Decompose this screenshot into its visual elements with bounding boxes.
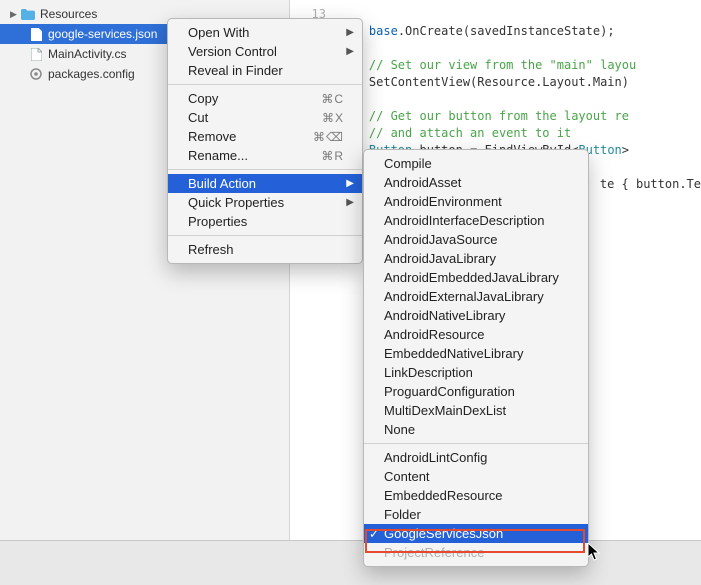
menu-item-label: Remove <box>188 129 289 144</box>
menu-item-content[interactable]: Content <box>364 467 588 486</box>
code-text: // Set our view from the "main" layou <box>340 57 701 74</box>
menu-item-linkdescription[interactable]: LinkDescription <box>364 363 588 382</box>
file-icon <box>28 47 44 61</box>
code-text: base.OnCreate(savedInstanceState); <box>340 23 701 40</box>
menu-item-androidinterfacedescription[interactable]: AndroidInterfaceDescription <box>364 211 588 230</box>
menu-item-label: Copy <box>188 91 297 106</box>
code-text: // Get our button from the layout re <box>340 108 701 125</box>
menu-item-open-with[interactable]: Open With▶ <box>168 23 362 42</box>
menu-item-label: ProjectReference <box>384 545 570 560</box>
menu-item-label: AndroidJavaSource <box>384 232 570 247</box>
menu-item-googleservicesjson[interactable]: ✓ GoogleServicesJson <box>364 524 588 543</box>
menu-item-label: AndroidEnvironment <box>384 194 570 209</box>
code-text <box>340 91 701 108</box>
menu-item-none[interactable]: None <box>364 420 588 439</box>
menu-item-label: AndroidJavaLibrary <box>384 251 570 266</box>
menu-item-label: Rename... <box>188 148 297 163</box>
menu-item-label: LinkDescription <box>384 365 570 380</box>
menu-item-label: EmbeddedNativeLibrary <box>384 346 570 361</box>
menu-item-androidembeddedjavalibrary[interactable]: AndroidEmbeddedJavaLibrary <box>364 268 588 287</box>
menu-item-label: Refresh <box>188 242 344 257</box>
menu-item-label: Compile <box>384 156 570 171</box>
menu-item-version-control[interactable]: Version Control▶ <box>168 42 362 61</box>
menu-item-copy[interactable]: Copy ⌘C <box>168 89 362 108</box>
chevron-right-icon: ▶ <box>346 46 354 57</box>
menu-item-androidexternaljavalibrary[interactable]: AndroidExternalJavaLibrary <box>364 287 588 306</box>
menu-shortcut: ⌘X <box>322 111 344 125</box>
menu-separator <box>168 235 362 236</box>
check-icon: ✓ <box>369 527 379 541</box>
tree-file-label: google-services.json <box>48 27 157 41</box>
menu-separator <box>168 169 362 170</box>
folder-icon <box>20 7 36 21</box>
cursor-icon <box>588 543 602 561</box>
menu-item-label: GoogleServicesJson <box>384 526 570 541</box>
chevron-right-icon: ▶ <box>346 197 354 208</box>
menu-shortcut: ⌘C <box>321 92 344 106</box>
menu-item-label: Content <box>384 469 570 484</box>
menu-item-build-action[interactable]: Build Action▶ <box>168 174 362 193</box>
menu-item-androidasset[interactable]: AndroidAsset <box>364 173 588 192</box>
menu-item-remove[interactable]: Remove ⌘⌫ <box>168 127 362 146</box>
menu-item-embeddedresource[interactable]: EmbeddedResource <box>364 486 588 505</box>
gear-icon <box>28 67 44 81</box>
code-text: SetContentView(Resource.Layout.Main) <box>340 74 701 91</box>
menu-item-properties[interactable]: Properties <box>168 212 362 231</box>
menu-separator <box>168 84 362 85</box>
menu-item-label: EmbeddedResource <box>384 488 570 503</box>
menu-shortcut: ⌘⌫ <box>313 130 344 144</box>
menu-item-label: AndroidAsset <box>384 175 570 190</box>
tree-file-label: MainActivity.cs <box>48 47 126 61</box>
menu-item-label: AndroidExternalJavaLibrary <box>384 289 570 304</box>
menu-item-reveal-in-finder[interactable]: Reveal in Finder <box>168 61 362 80</box>
menu-item-label: MultiDexMainDexList <box>384 403 570 418</box>
menu-item-label: Cut <box>188 110 298 125</box>
menu-item-label: AndroidEmbeddedJavaLibrary <box>384 270 570 285</box>
menu-item-compile[interactable]: Compile <box>364 154 588 173</box>
chevron-right-icon: ▶ <box>346 178 354 189</box>
context-menu: Open With▶Version Control▶Reveal in Find… <box>167 18 363 264</box>
menu-item-label: Properties <box>188 214 344 229</box>
tree-file-label: packages.config <box>48 67 135 81</box>
file-icon <box>28 27 44 41</box>
menu-item-label: Open With <box>188 25 344 40</box>
menu-item-label: Folder <box>384 507 570 522</box>
code-text <box>340 40 701 57</box>
chevron-right-icon: ▶ <box>346 27 354 38</box>
menu-item-androidresource[interactable]: AndroidResource <box>364 325 588 344</box>
menu-item-label: None <box>384 422 570 437</box>
menu-item-label: AndroidLintConfig <box>384 450 570 465</box>
menu-item-multidexmaindexlist[interactable]: MultiDexMainDexList <box>364 401 588 420</box>
menu-item-label: AndroidResource <box>384 327 570 342</box>
menu-item-proguardconfiguration[interactable]: ProguardConfiguration <box>364 382 588 401</box>
menu-item-label: Build Action <box>188 176 344 191</box>
menu-item-embeddednativelibrary[interactable]: EmbeddedNativeLibrary <box>364 344 588 363</box>
menu-item-folder[interactable]: Folder <box>364 505 588 524</box>
code-text: // and attach an event to it <box>340 125 701 142</box>
menu-item-rename-[interactable]: Rename... ⌘R <box>168 146 362 165</box>
menu-item-refresh[interactable]: Refresh <box>168 240 362 259</box>
menu-item-androidjavasource[interactable]: AndroidJavaSource <box>364 230 588 249</box>
code-text <box>340 6 701 23</box>
menu-item-label: AndroidNativeLibrary <box>384 308 570 323</box>
menu-item-projectreference[interactable]: ProjectReference <box>364 543 588 562</box>
menu-item-androidjavalibrary[interactable]: AndroidJavaLibrary <box>364 249 588 268</box>
menu-item-label: Quick Properties <box>188 195 344 210</box>
menu-item-label: ProguardConfiguration <box>384 384 570 399</box>
menu-item-label: Version Control <box>188 44 344 59</box>
menu-separator <box>364 443 588 444</box>
menu-item-androidlintconfig[interactable]: AndroidLintConfig <box>364 448 588 467</box>
menu-item-androidenvironment[interactable]: AndroidEnvironment <box>364 192 588 211</box>
tree-folder-label: Resources <box>40 7 97 21</box>
build-action-submenu: Compile AndroidAsset AndroidEnvironment And… <box>363 149 589 567</box>
menu-shortcut: ⌘R <box>321 149 344 163</box>
menu-item-label: AndroidInterfaceDescription <box>384 213 570 228</box>
menu-item-label: Reveal in Finder <box>188 63 344 78</box>
menu-item-androidnativelibrary[interactable]: AndroidNativeLibrary <box>364 306 588 325</box>
menu-item-cut[interactable]: Cut ⌘X <box>168 108 362 127</box>
menu-item-quick-properties[interactable]: Quick Properties▶ <box>168 193 362 212</box>
chevron-right-icon: ▶ <box>10 9 20 20</box>
